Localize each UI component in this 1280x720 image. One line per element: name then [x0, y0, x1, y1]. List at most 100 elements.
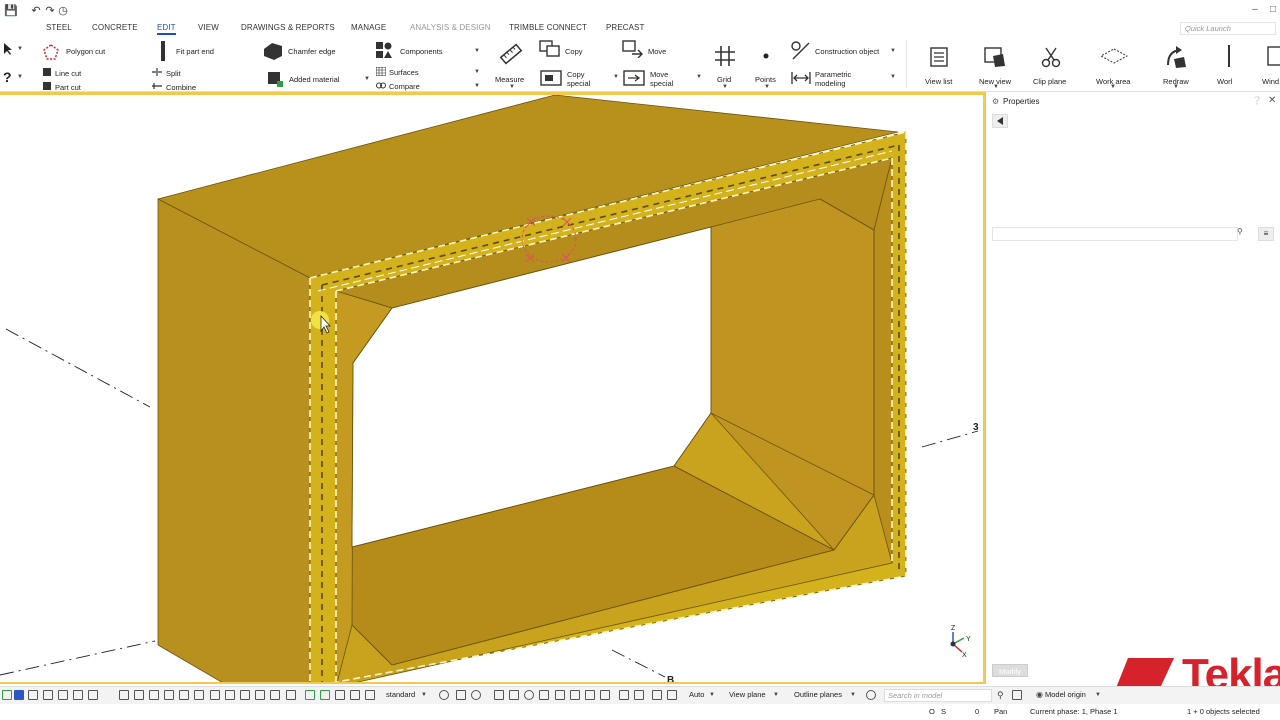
- view-plane-select[interactable]: View plane: [729, 690, 766, 699]
- model-canvas[interactable]: 3 B Z Y X: [0, 95, 986, 684]
- window-button[interactable]: Wind: [1262, 77, 1279, 86]
- chevron-down-icon[interactable]: ▼: [773, 692, 779, 698]
- line-cut-button[interactable]: Line cut: [55, 69, 81, 78]
- snap-plane-icon[interactable]: [652, 690, 662, 700]
- restore-icon[interactable]: □: [1266, 3, 1280, 17]
- select-planes-icon[interactable]: [179, 690, 189, 700]
- move-special-label-2[interactable]: special: [650, 79, 673, 88]
- help-icon[interactable]: ❔: [1252, 96, 1262, 105]
- chevron-down-icon[interactable]: ▼: [890, 48, 896, 54]
- polygon-cut-icon[interactable]: [42, 43, 60, 61]
- select-points-icon[interactable]: [164, 690, 174, 700]
- copy-button[interactable]: Copy: [565, 47, 583, 56]
- snap-circle-icon[interactable]: [524, 690, 534, 700]
- select-views-icon[interactable]: [149, 690, 159, 700]
- chevron-down-icon[interactable]: ▼: [474, 69, 480, 75]
- chevron-down-icon[interactable]: ▼: [613, 74, 619, 80]
- move-button[interactable]: Move: [648, 47, 666, 56]
- chevron-down-icon[interactable]: ▼: [993, 84, 999, 90]
- quick-launch-input[interactable]: Quick Launch: [1180, 22, 1276, 35]
- snap-lines-2-icon[interactable]: [570, 690, 580, 700]
- construction-object-button[interactable]: Construction object: [815, 47, 879, 56]
- search-icon[interactable]: ⚲: [997, 690, 1004, 701]
- chevron-down-icon[interactable]: ▼: [764, 84, 770, 90]
- tab-drawings-reports[interactable]: DRAWINGS & REPORTS: [241, 23, 335, 32]
- view-list-button[interactable]: View list: [925, 77, 952, 86]
- parametric-modeling-label-2[interactable]: modeling: [815, 79, 845, 88]
- copy-special-label-2[interactable]: special: [567, 79, 590, 88]
- gear-icon[interactable]: ⚙: [992, 97, 999, 106]
- snap-geometry-icon[interactable]: [320, 690, 330, 700]
- snap-midpoint-icon[interactable]: [335, 690, 345, 700]
- select-object-icon[interactable]: [225, 690, 235, 700]
- snap-curve-icon[interactable]: [600, 690, 610, 700]
- select-bolts-icon[interactable]: [119, 690, 129, 700]
- chevron-down-icon[interactable]: ▼: [17, 74, 23, 80]
- box-culvert-part[interactable]: [157, 95, 907, 684]
- tab-manage[interactable]: MANAGE: [351, 23, 386, 32]
- tab-view[interactable]: VIEW: [198, 23, 219, 32]
- undo-icon[interactable]: ↶: [30, 5, 42, 17]
- snap-perpendicular-icon[interactable]: [365, 690, 375, 700]
- search-icon[interactable]: ⚲: [1237, 227, 1243, 236]
- surfaces-button[interactable]: Surfaces: [389, 68, 419, 77]
- history-icon[interactable]: ◷: [57, 5, 69, 17]
- chevron-down-icon[interactable]: ▼: [709, 692, 715, 698]
- select-assembly-icon[interactable]: [210, 690, 220, 700]
- select-pour-icon[interactable]: [255, 690, 265, 700]
- grid-button[interactable]: Grid: [717, 75, 731, 84]
- select-welds-icon[interactable]: [73, 690, 83, 700]
- selection-filter-select[interactable]: standard: [386, 690, 415, 699]
- combine-button[interactable]: Combine: [166, 83, 196, 92]
- properties-search-input[interactable]: [992, 227, 1238, 241]
- chevron-down-icon[interactable]: ▼: [421, 692, 427, 698]
- points-button[interactable]: Points: [755, 75, 776, 84]
- search-options-icon[interactable]: [1012, 690, 1022, 700]
- chevron-down-icon[interactable]: ▼: [850, 692, 856, 698]
- chevron-down-icon[interactable]: ▼: [509, 84, 515, 90]
- select-arrow-icon[interactable]: [2, 42, 14, 56]
- chevron-down-icon[interactable]: ▼: [17, 46, 23, 52]
- visibility-icon[interactable]: [866, 690, 876, 700]
- clip-plane-button[interactable]: Clip plane: [1033, 77, 1066, 86]
- tab-trimble-connect[interactable]: TRIMBLE CONNECT: [509, 23, 587, 32]
- snap-override-icon[interactable]: [667, 690, 677, 700]
- chevron-down-icon[interactable]: ▼: [474, 48, 480, 54]
- tab-steel[interactable]: STEEL: [46, 23, 72, 32]
- back-button[interactable]: [992, 114, 1008, 128]
- select-cuts-icon[interactable]: [134, 690, 144, 700]
- chevron-down-icon[interactable]: ▼: [696, 74, 702, 80]
- part-cut-button[interactable]: Part cut: [55, 83, 81, 92]
- left-face[interactable]: [157, 198, 311, 684]
- snap-direction-icon[interactable]: [634, 690, 644, 700]
- copy-special-label-1[interactable]: Copy: [567, 70, 585, 79]
- snap-grid-icon[interactable]: [494, 690, 504, 700]
- snap-icon[interactable]: [2, 690, 12, 700]
- snap-triangle-icon[interactable]: [539, 690, 549, 700]
- help-icon[interactable]: ?: [3, 69, 12, 85]
- polygon-cut-button[interactable]: Polygon cut: [66, 47, 105, 56]
- select-cast-unit-icon[interactable]: [240, 690, 250, 700]
- snap-depth-icon[interactable]: [619, 690, 629, 700]
- redo-icon[interactable]: ↷: [44, 5, 56, 17]
- select-grids-icon[interactable]: [88, 690, 98, 700]
- modify-button[interactable]: Modify: [992, 664, 1028, 677]
- eye-icon[interactable]: [471, 690, 481, 700]
- snap-x-icon[interactable]: [585, 690, 595, 700]
- select-components-icon[interactable]: [43, 690, 53, 700]
- chevron-down-icon[interactable]: ▼: [1173, 84, 1179, 90]
- menu-icon[interactable]: ≡: [1258, 227, 1274, 241]
- filter-settings-icon[interactable]: [439, 690, 449, 700]
- model-view[interactable]: 3 B Z Y X: [0, 92, 986, 684]
- added-material-button[interactable]: Added material: [289, 75, 339, 84]
- measure-button[interactable]: Measure: [495, 75, 524, 84]
- tab-analysis-design[interactable]: ANALYSIS & DESIGN: [410, 23, 491, 32]
- select-arrow-icon[interactable]: [456, 690, 466, 700]
- move-special-label-1[interactable]: Move: [650, 70, 668, 79]
- auto-select[interactable]: Auto: [689, 690, 704, 699]
- chevron-down-icon[interactable]: ▼: [890, 74, 896, 80]
- split-button[interactable]: Split: [166, 69, 181, 78]
- snap-reference-icon[interactable]: [305, 690, 315, 700]
- chamfer-edge-button[interactable]: Chamfer edge: [288, 47, 336, 56]
- chevron-down-icon[interactable]: ▼: [1110, 84, 1116, 90]
